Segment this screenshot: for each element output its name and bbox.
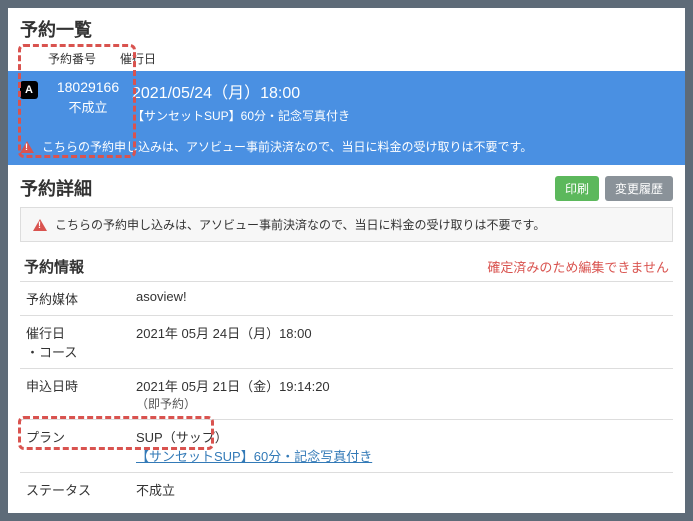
alert-text: こちらの予約申し込みは、アソビュー事前決済なので、当日に料金の受け取りは不要です… [55, 216, 545, 233]
list-title: 予約一覧 [8, 8, 685, 46]
media-label: 予約媒体 [20, 282, 130, 316]
status-value: 不成立 理由：ゲストキャンセル [130, 473, 673, 514]
detail-header: 予約詳細 印刷 変更履歴 [8, 165, 685, 207]
date-value: 2021年 05月 24日（月）18:00 [130, 316, 673, 369]
table-row: 申込日時 2021年 05月 21日（金）19:14:20 （即予約） [20, 369, 673, 420]
readonly-message: 確定済みのため編集できません [487, 257, 669, 276]
info-title: 予約情報 [24, 256, 487, 277]
detail-alert: こちらの予約申し込みは、アソビュー事前決済なので、当日に料金の受け取りは不要です… [20, 207, 673, 242]
info-table: 予約媒体 asoview! 催行日 ・コース 2021年 05月 24日（月）1… [20, 281, 673, 513]
detail-title: 予約詳細 [20, 175, 549, 201]
plan-value: SUP（サップ） 【サンセットSUP】60分・記念写真付き [130, 420, 673, 473]
print-button[interactable]: 印刷 [555, 176, 599, 201]
header-number: 予約番号 [20, 50, 120, 67]
info-header: 予約情報 確定済みのため編集できません [8, 252, 685, 281]
table-row: ステータス 不成立 理由：ゲストキャンセル [20, 473, 673, 514]
plan-label: プラン [20, 420, 130, 473]
booking-status: 不成立 [44, 97, 132, 116]
list-warning: こちらの予約申し込みは、アソビュー事前決済なので、当日に料金の受け取りは不要です… [8, 132, 685, 165]
table-row: プラン SUP（サップ） 【サンセットSUP】60分・記念写真付き [20, 420, 673, 473]
history-button[interactable]: 変更履歴 [605, 176, 673, 201]
table-row: 予約媒体 asoview! [20, 282, 673, 316]
warning-icon [33, 219, 47, 231]
table-row: 催行日 ・コース 2021年 05月 24日（月）18:00 [20, 316, 673, 369]
booking-row[interactable]: A 18029166 不成立 2021/05/24（月）18:00 【サンセット… [8, 71, 685, 132]
applied-label: 申込日時 [20, 369, 130, 420]
booking-number-col: 18029166 不成立 [44, 79, 132, 116]
media-value: asoview! [130, 282, 673, 316]
booking-number: 18029166 [44, 79, 132, 95]
status-label: ステータス [20, 473, 130, 514]
list-header: 予約番号 催行日 [8, 46, 685, 71]
warning-text: こちらの予約申し込みは、アソビュー事前決済なので、当日に料金の受け取りは不要です… [42, 138, 532, 155]
provider-icon: A [20, 79, 44, 99]
booking-date-col: 2021/05/24（月）18:00 【サンセットSUP】60分・記念写真付き [132, 79, 673, 124]
booking-datetime: 2021/05/24（月）18:00 [132, 79, 673, 103]
plan-link[interactable]: 【サンセットSUP】60分・記念写真付き [136, 449, 372, 464]
date-label: 催行日 ・コース [20, 316, 130, 369]
booking-course: 【サンセットSUP】60分・記念写真付き [132, 107, 673, 124]
warning-icon [20, 141, 34, 153]
app-window: 予約一覧 予約番号 催行日 A 18029166 不成立 2021/05/24（… [8, 8, 685, 513]
header-date: 催行日 [120, 50, 673, 67]
applied-value: 2021年 05月 21日（金）19:14:20 （即予約） [130, 369, 673, 420]
